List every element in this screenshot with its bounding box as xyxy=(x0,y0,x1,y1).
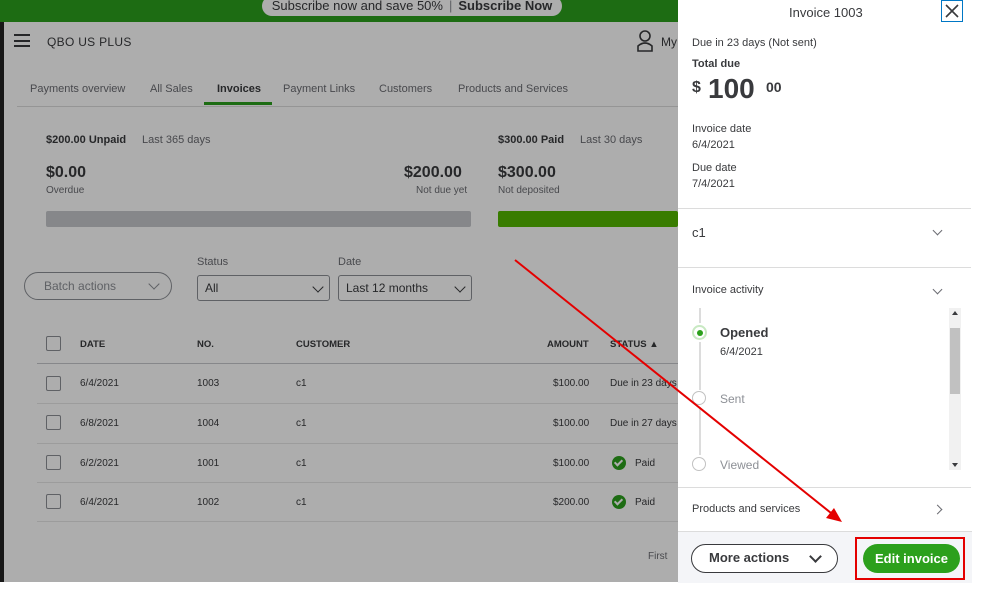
modal-overlay[interactable] xyxy=(0,0,678,582)
customer-section[interactable]: c1 xyxy=(678,209,971,267)
due-status: Due in 23 days (Not sent) xyxy=(692,37,817,49)
drawer-customer: c1 xyxy=(692,225,706,240)
highlight-box xyxy=(855,537,965,580)
invoice-date-value: 6/4/2021 xyxy=(692,139,735,151)
invoice-date-label: Invoice date xyxy=(692,123,752,135)
products-services-row[interactable]: Products and services xyxy=(678,488,971,530)
more-actions-label: More actions xyxy=(709,550,790,565)
total-due-cents: 00 xyxy=(766,79,782,95)
activity-sent-label: Sent xyxy=(720,392,745,406)
drawer-right-gutter xyxy=(972,0,999,582)
invoice-activity-title: Invoice activity xyxy=(692,284,764,296)
activity-opened-date: 6/4/2021 xyxy=(720,346,763,358)
more-actions-button[interactable]: More actions xyxy=(691,544,838,573)
scrollbar-thumb[interactable] xyxy=(950,328,960,394)
chevron-right-icon xyxy=(932,504,943,515)
activity-viewed-label: Viewed xyxy=(720,458,760,472)
timeline-line xyxy=(699,308,701,323)
total-due-amount: 100 xyxy=(708,73,755,104)
sent-status-dot xyxy=(692,391,706,405)
due-date-label: Due date xyxy=(692,162,737,174)
chevron-down-icon xyxy=(932,225,943,236)
chevron-down-icon xyxy=(932,284,943,295)
invoice-activity-header[interactable]: Invoice activity xyxy=(678,268,971,308)
products-services-label: Products and services xyxy=(692,503,801,515)
close-icon xyxy=(945,4,959,18)
total-due-label: Total due xyxy=(692,58,741,70)
timeline-line xyxy=(699,407,701,455)
activity-opened-label: Opened xyxy=(720,325,769,340)
due-date-value: 7/4/2021 xyxy=(692,178,735,190)
timeline-line xyxy=(699,342,701,390)
drawer-title: Invoice 1003 xyxy=(789,5,863,20)
viewed-status-dot xyxy=(692,457,706,471)
chevron-down-icon xyxy=(809,550,822,563)
close-drawer-button[interactable] xyxy=(941,0,963,22)
currency-symbol: $ xyxy=(692,79,701,96)
opened-status-dot xyxy=(692,325,707,340)
